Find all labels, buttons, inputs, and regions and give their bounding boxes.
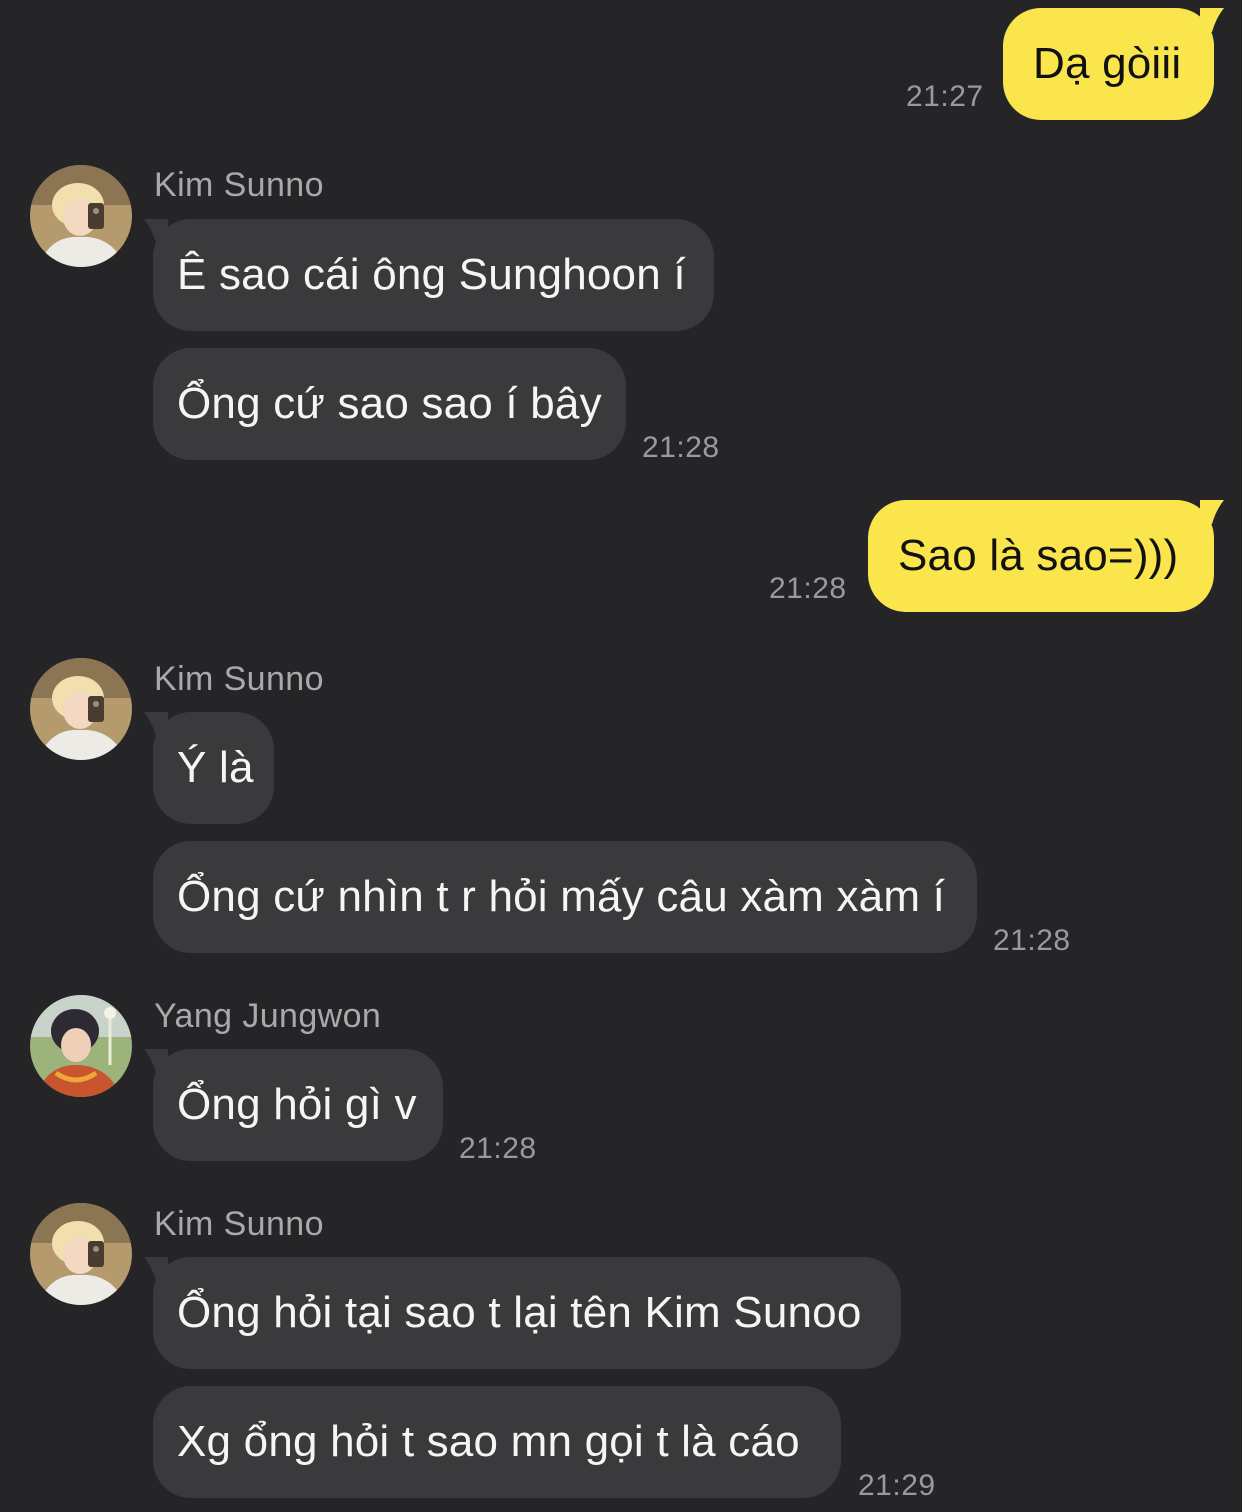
avatar-photo-icon: [30, 165, 132, 267]
timestamp: 21:28: [993, 924, 1071, 957]
incoming-message-bubble[interactable]: Ổng cứ sao sao í bây: [153, 348, 626, 460]
sender-name: Kim Sunno: [154, 166, 324, 204]
sender-avatar[interactable]: [30, 658, 132, 760]
sender-name: Yang Jungwon: [154, 997, 382, 1035]
incoming-message-bubble[interactable]: Ê sao cái ông Sunghoon í: [153, 219, 714, 331]
incoming-message-bubble[interactable]: Ổng hỏi tại sao t lại tên Kim Sunoo: [153, 1257, 901, 1369]
incoming-message-bubble[interactable]: Xg ổng hỏi t sao mn gọi t là cáo: [153, 1386, 841, 1498]
message-text: Dạ gòiii: [1033, 39, 1182, 88]
message-text: Xg ổng hỏi t sao mn gọi t là cáo: [177, 1417, 800, 1466]
sender-name: Kim Sunno: [154, 660, 324, 698]
incoming-message-bubble[interactable]: Ổng cứ nhìn t r hỏi mấy câu xàm xàm í: [153, 841, 977, 953]
sender-avatar[interactable]: [30, 1203, 132, 1305]
incoming-message-bubble[interactable]: Ổng hỏi gì v: [153, 1049, 443, 1161]
message-text: Ý là: [177, 743, 254, 792]
bubble-tail: [1200, 8, 1224, 32]
timestamp: 21:28: [642, 431, 720, 464]
timestamp: 21:28: [769, 572, 847, 605]
message-text: Ê sao cái ông Sunghoon í: [177, 250, 686, 299]
timestamp: 21:28: [459, 1132, 537, 1165]
outgoing-message-bubble[interactable]: Dạ gòiii: [1003, 8, 1214, 120]
message-text: Ổng cứ sao sao í bây: [177, 379, 602, 428]
message-text: Sao là sao=))): [898, 531, 1179, 580]
sender-avatar[interactable]: [30, 995, 132, 1097]
outgoing-message-bubble[interactable]: Sao là sao=))): [868, 500, 1214, 612]
avatar-photo-icon: [30, 995, 132, 1097]
incoming-message-bubble[interactable]: Ý là: [153, 712, 274, 824]
avatar-photo-icon: [30, 658, 132, 760]
message-text: Ổng cứ nhìn t r hỏi mấy câu xàm xàm í: [177, 872, 946, 921]
sender-avatar[interactable]: [30, 165, 132, 267]
avatar-photo-icon: [30, 1203, 132, 1305]
timestamp: 21:29: [858, 1469, 936, 1502]
message-text: Ổng hỏi tại sao t lại tên Kim Sunoo: [177, 1288, 862, 1337]
sender-name: Kim Sunno: [154, 1205, 324, 1243]
timestamp: 21:27: [906, 80, 984, 113]
bubble-tail: [1200, 500, 1224, 524]
message-text: Ổng hỏi gì v: [177, 1080, 417, 1129]
